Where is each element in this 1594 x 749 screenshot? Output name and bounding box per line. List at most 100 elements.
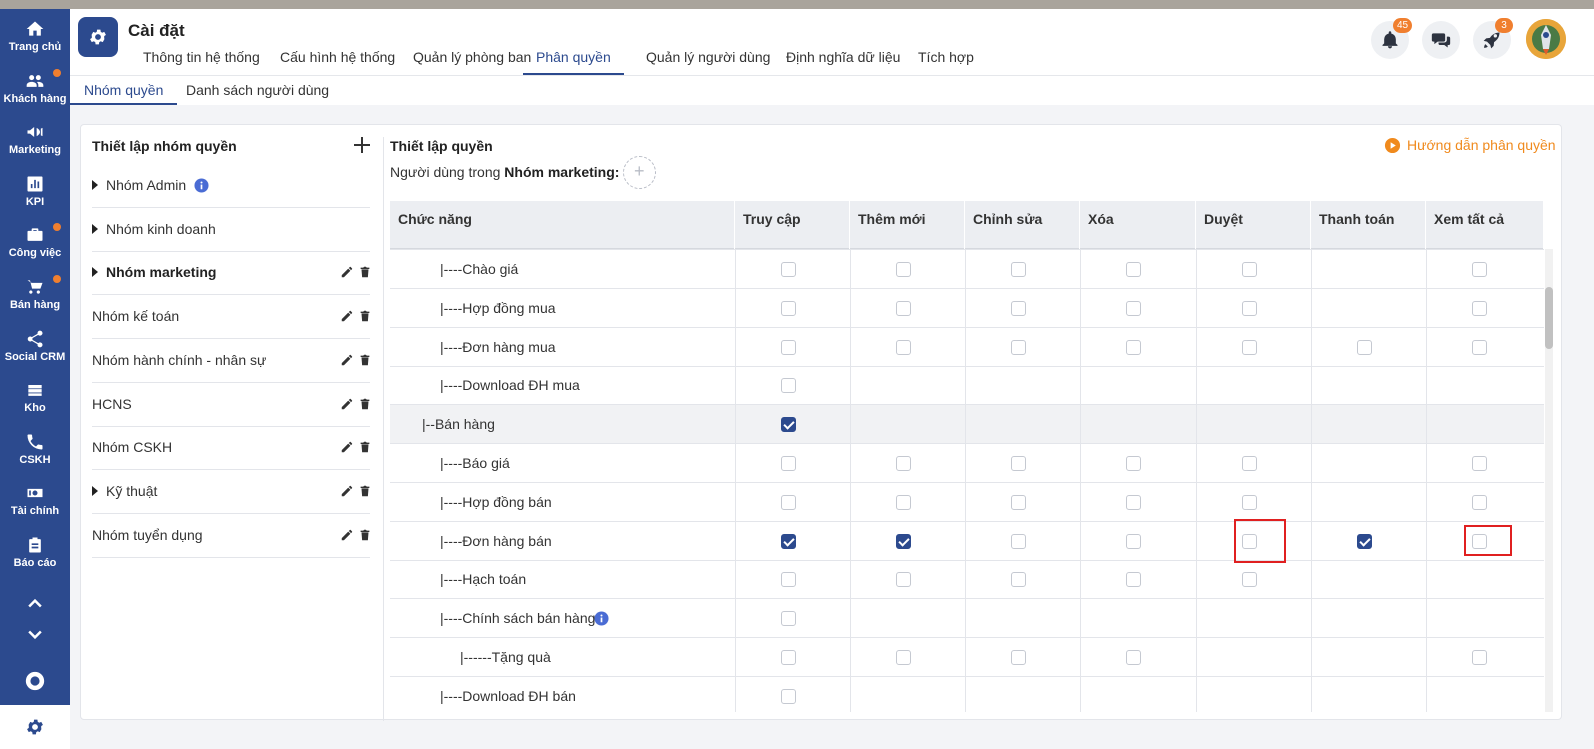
permission-checkbox[interactable] bbox=[1011, 494, 1026, 510]
permission-checkbox[interactable] bbox=[1126, 533, 1141, 549]
group-item[interactable]: Nhóm hành chính - nhân sự bbox=[92, 339, 370, 383]
permission-checkbox[interactable] bbox=[1242, 339, 1257, 355]
trash-icon[interactable] bbox=[358, 528, 372, 542]
subtab-nhom-quyen[interactable]: Nhóm quyền bbox=[70, 82, 178, 105]
permission-checkbox[interactable] bbox=[781, 300, 796, 316]
permission-checkbox[interactable] bbox=[1126, 339, 1141, 355]
subtab-danh-sach-nguoi-dung[interactable]: Danh sách người dùng bbox=[186, 82, 329, 105]
permission-checkbox[interactable] bbox=[1472, 650, 1487, 665]
help-lifebuoy-icon[interactable] bbox=[24, 670, 46, 692]
trash-icon[interactable] bbox=[358, 440, 372, 454]
trash-icon[interactable] bbox=[358, 397, 372, 411]
permission-checkbox[interactable] bbox=[896, 650, 911, 665]
chevron-down-icon[interactable] bbox=[25, 624, 45, 644]
edit-icon[interactable] bbox=[340, 484, 354, 498]
tab-5[interactable]: Định nghĩa dữ liệu bbox=[786, 49, 900, 75]
caret-right-icon[interactable] bbox=[92, 180, 98, 190]
edit-icon[interactable] bbox=[340, 528, 354, 542]
permission-checkbox[interactable] bbox=[781, 533, 796, 549]
permission-checkbox[interactable] bbox=[1126, 650, 1141, 665]
permission-checkbox[interactable] bbox=[781, 650, 796, 665]
add-user-button[interactable]: + bbox=[623, 156, 656, 189]
edit-icon[interactable] bbox=[340, 309, 354, 323]
group-item[interactable]: Nhóm CSKH bbox=[92, 426, 372, 471]
permission-checkbox[interactable] bbox=[1126, 494, 1141, 510]
permission-checkbox[interactable] bbox=[781, 611, 796, 627]
edit-icon[interactable] bbox=[340, 353, 354, 367]
permission-checkbox[interactable] bbox=[1126, 300, 1141, 316]
edit-icon[interactable] bbox=[340, 397, 354, 411]
group-item[interactable]: HCNS bbox=[92, 383, 370, 427]
sidebar-item-5[interactable]: Bán hàng bbox=[0, 271, 70, 323]
tab-2[interactable]: Quản lý phòng ban bbox=[413, 49, 531, 75]
permission-checkbox[interactable] bbox=[1242, 494, 1257, 510]
permission-checkbox[interactable] bbox=[1126, 456, 1141, 471]
notifications-button[interactable]: 45 bbox=[1371, 18, 1413, 59]
caret-right-icon[interactable] bbox=[92, 223, 98, 234]
permission-checkbox[interactable] bbox=[896, 572, 911, 588]
tab-1[interactable]: Cấu hình hệ thống bbox=[280, 49, 395, 75]
permission-checkbox[interactable] bbox=[1011, 650, 1026, 665]
trash-icon[interactable] bbox=[358, 309, 372, 323]
permission-checkbox[interactable] bbox=[896, 456, 911, 471]
permission-checkbox[interactable] bbox=[781, 378, 796, 394]
chevron-up-icon[interactable] bbox=[25, 594, 45, 614]
sidebar-item-9[interactable]: Tài chính bbox=[0, 477, 70, 529]
permission-checkbox[interactable] bbox=[896, 494, 911, 510]
permission-checkbox[interactable] bbox=[1011, 300, 1026, 316]
sidebar-item-0[interactable]: Trang chủ bbox=[0, 13, 70, 65]
tab-0[interactable]: Thông tin hệ thống bbox=[143, 49, 260, 75]
avatar[interactable] bbox=[1526, 19, 1566, 59]
chat-button[interactable] bbox=[1422, 21, 1460, 59]
permission-checkbox[interactable] bbox=[1242, 300, 1257, 316]
trash-icon[interactable] bbox=[358, 353, 372, 367]
sidebar-item-1[interactable]: Khách hàng bbox=[0, 65, 70, 117]
tab-4[interactable]: Quản lý người dùng bbox=[646, 49, 770, 75]
tab-6[interactable]: Tích hợp bbox=[918, 49, 974, 75]
permission-checkbox[interactable] bbox=[1011, 533, 1026, 549]
permission-checkbox[interactable] bbox=[896, 533, 911, 549]
permission-checkbox[interactable] bbox=[1472, 300, 1487, 316]
permission-checkbox[interactable] bbox=[1242, 262, 1257, 277]
sidebar-item-8[interactable]: CSKH bbox=[0, 426, 70, 478]
permission-checkbox[interactable] bbox=[896, 262, 911, 277]
permission-checkbox[interactable] bbox=[1472, 456, 1487, 471]
sidebar-item-2[interactable]: Marketing bbox=[0, 116, 70, 168]
sidebar-item-10[interactable]: Báo cáo bbox=[0, 529, 70, 581]
permission-checkbox[interactable] bbox=[1357, 533, 1372, 549]
permission-checkbox[interactable] bbox=[1472, 262, 1487, 277]
permission-checkbox[interactable] bbox=[781, 339, 796, 355]
tab-3[interactable]: Phân quyền bbox=[523, 49, 624, 75]
group-item[interactable]: Kỹ thuật bbox=[92, 470, 370, 514]
group-item[interactable]: Nhóm kế toán bbox=[92, 295, 372, 340]
info-icon[interactable] bbox=[194, 178, 209, 193]
permission-checkbox[interactable] bbox=[781, 262, 796, 277]
permission-checkbox[interactable] bbox=[1011, 339, 1026, 355]
table-scrollbar[interactable] bbox=[1545, 249, 1553, 712]
permission-checkbox[interactable] bbox=[1126, 262, 1141, 277]
edit-icon[interactable] bbox=[340, 265, 354, 279]
group-item[interactable]: Nhóm tuyển dụng bbox=[92, 514, 370, 558]
trash-icon[interactable] bbox=[358, 484, 372, 498]
permission-checkbox[interactable] bbox=[781, 417, 796, 433]
group-item[interactable]: Nhóm kinh doanh bbox=[92, 208, 370, 252]
permission-checkbox[interactable] bbox=[781, 572, 796, 588]
permission-checkbox[interactable] bbox=[781, 688, 796, 704]
caret-right-icon[interactable] bbox=[92, 485, 98, 496]
permission-checkbox[interactable] bbox=[1242, 572, 1257, 588]
scrollbar-thumb[interactable] bbox=[1545, 287, 1553, 349]
sidebar-settings-button[interactable] bbox=[0, 705, 70, 749]
caret-right-icon[interactable] bbox=[92, 267, 98, 278]
rocket-button[interactable]: 3 bbox=[1473, 18, 1513, 59]
group-item[interactable]: Nhóm marketing bbox=[92, 251, 372, 296]
permission-checkbox[interactable] bbox=[1472, 494, 1487, 510]
permission-checkbox[interactable] bbox=[1242, 456, 1257, 471]
permission-checkbox[interactable] bbox=[1011, 456, 1026, 471]
permission-checkbox[interactable] bbox=[1357, 339, 1372, 355]
trash-icon[interactable] bbox=[358, 265, 372, 279]
permission-checkbox[interactable] bbox=[1011, 262, 1026, 277]
sidebar-item-3[interactable]: KPI bbox=[0, 168, 70, 220]
permission-checkbox[interactable] bbox=[1011, 572, 1026, 588]
permission-checkbox[interactable] bbox=[1126, 572, 1141, 588]
permission-checkbox[interactable] bbox=[896, 300, 911, 316]
